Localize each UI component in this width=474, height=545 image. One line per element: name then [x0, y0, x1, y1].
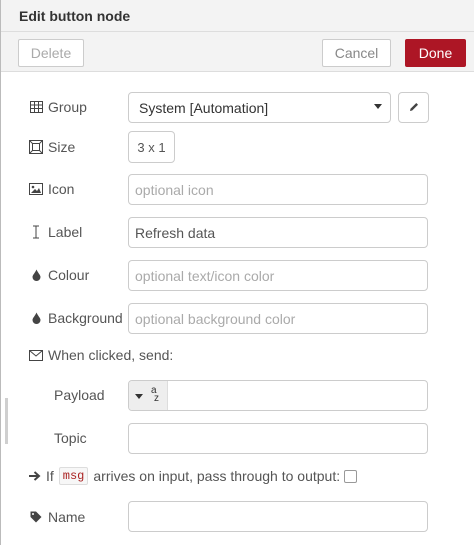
when-clicked-row-label: When clicked, send: [29, 345, 173, 365]
passthru-prefix: If [46, 468, 54, 484]
chevron-down-icon [374, 104, 382, 109]
text-cursor-icon [29, 225, 43, 239]
pencil-icon [408, 100, 420, 116]
edit-tray: Edit button node Delete Cancel Done Grou… [0, 0, 474, 545]
tray-header: Edit button node [1, 0, 474, 32]
size-row-label: Size [29, 137, 75, 157]
when-clicked-label: When clicked, send: [48, 347, 174, 363]
group-label: Group [48, 99, 87, 115]
delete-button[interactable]: Delete [18, 39, 84, 67]
chevron-down-icon [135, 394, 143, 399]
background-label: Background [48, 310, 123, 326]
colour-row-label: Colour [29, 265, 89, 285]
group-row-label: Group [29, 97, 87, 117]
msg-code: msg [58, 467, 89, 485]
done-button[interactable]: Done [405, 39, 466, 67]
passthru-checkbox[interactable] [344, 469, 358, 483]
table-icon [29, 100, 43, 114]
name-input[interactable] [128, 501, 428, 532]
label-label: Label [48, 224, 83, 240]
payload-label: Payload [54, 387, 105, 403]
colour-label: Colour [48, 267, 90, 283]
envelope-icon [29, 348, 43, 362]
payload-typed-input[interactable]: a z [128, 380, 428, 411]
background-input[interactable]: optional background color [128, 303, 428, 334]
icon-label: Icon [48, 181, 75, 197]
name-row-label: Name [29, 507, 85, 527]
string-type-icon: a z [151, 385, 159, 404]
tint-icon [29, 268, 43, 282]
group-select[interactable]: System [Automation] [128, 92, 391, 123]
name-label: Name [48, 509, 86, 525]
icon-input[interactable]: optional icon [128, 174, 428, 205]
label-input[interactable]: Refresh data [128, 217, 428, 248]
colour-input[interactable]: optional text/icon color [128, 260, 428, 291]
size-button[interactable]: 3 x 1 [128, 131, 175, 163]
topic-input[interactable] [128, 423, 428, 454]
passthru-row: If msg arrives on input, pass through to… [29, 466, 358, 486]
image-icon [29, 182, 43, 196]
tray-title: Edit button node [19, 8, 131, 24]
cancel-button[interactable]: Cancel [322, 39, 391, 67]
icon-row-label: Icon [29, 179, 74, 199]
tray-toolbar: Delete Cancel Done [1, 32, 474, 72]
edit-group-button[interactable] [398, 92, 429, 123]
background-row-label: Background [29, 308, 123, 328]
label-row-label: Label [29, 222, 82, 242]
resize-handle[interactable] [5, 398, 8, 444]
arrow-right-icon [29, 468, 41, 484]
size-label: Size [48, 139, 76, 155]
topic-label: Topic [54, 430, 87, 446]
tag-icon [29, 510, 43, 524]
tint-icon [29, 311, 43, 325]
size-icon [29, 140, 43, 154]
payload-type-select[interactable]: a z [129, 381, 168, 410]
passthru-text: arrives on input, pass through to output… [93, 468, 341, 484]
group-select-value: System [Automation] [139, 99, 269, 116]
